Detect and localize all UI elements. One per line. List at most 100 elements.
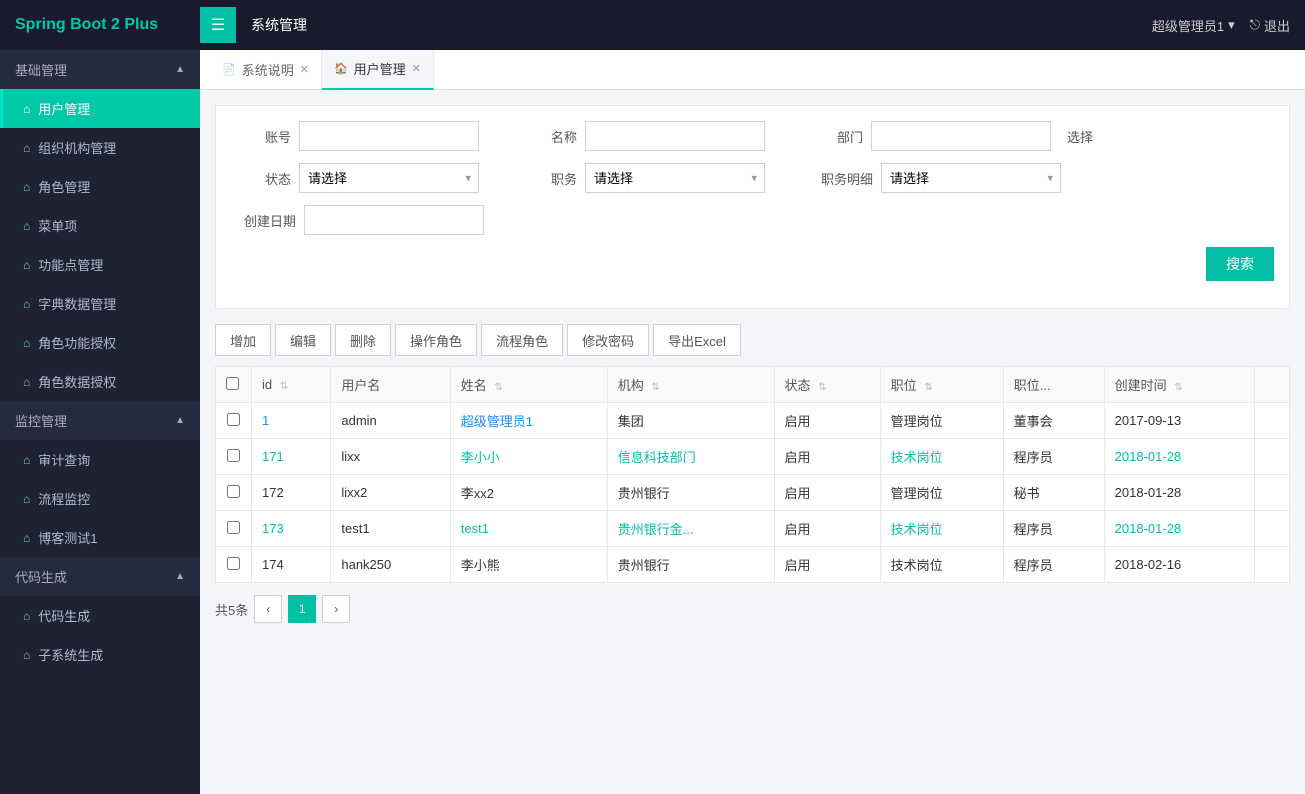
id-link[interactable]: 1 [262,413,269,428]
btn-op-role[interactable]: 操作角色 [395,324,477,356]
btn-export-excel[interactable]: 导出Excel [653,324,741,356]
logout-button[interactable]: ⎋ 退出 [1250,16,1290,35]
select-all-checkbox[interactable] [226,377,239,390]
col-created[interactable]: 创建时间 ⇅ [1104,367,1254,403]
tab-close-system-desc[interactable]: ✕ [300,63,309,76]
pagination-prev[interactable]: ‹ [254,595,282,623]
position-link[interactable]: 技术岗位 [891,522,943,537]
logout-icon: ⎋ [1250,17,1260,33]
search-button[interactable]: 搜索 [1206,247,1274,281]
main-content: 账号 名称 部门 选择 状态 [200,90,1305,794]
position-link[interactable]: 技术岗位 [891,450,943,465]
col-action [1254,367,1289,403]
sidebar-item-role-data-auth[interactable]: ⌂ 角色数据授权 [0,362,200,401]
created-link[interactable]: 2018-01-28 [1115,449,1182,464]
chevron-up-icon: ▲ [175,415,185,426]
btn-delete[interactable]: 删除 [335,324,391,356]
form-item-account: 账号 [231,121,479,151]
home-icon: ⌂ [23,609,30,623]
btn-flow-role[interactable]: 流程角色 [481,324,563,356]
menu-toggle-button[interactable]: ☰ [200,7,236,43]
account-input[interactable] [299,121,479,151]
sidebar-item-audit[interactable]: ⌂ 审计查询 [0,440,200,479]
sidebar-item-subsystem-gen[interactable]: ⌂ 子系统生成 [0,635,200,674]
name-link[interactable]: test1 [461,521,489,536]
sidebar-section-header-codegen[interactable]: 代码生成 ▲ [0,557,200,596]
col-org[interactable]: 机构 ⇅ [607,367,774,403]
row-select-checkbox[interactable] [227,413,240,426]
position-select-wrap: 请选择 [585,163,765,193]
dept-select-btn[interactable]: 选择 [1067,127,1093,146]
create-date-label: 创建日期 [231,211,296,230]
sidebar-item-role-management[interactable]: ⌂ 角色管理 [0,167,200,206]
cell-name: 李小小 [450,439,607,475]
status-label: 状态 [231,169,291,188]
col-id[interactable]: id ⇅ [252,367,331,403]
name-input[interactable] [585,121,765,151]
home-icon: ⌂ [23,375,30,389]
sidebar-item-label: 角色管理 [38,177,90,196]
sidebar-section-header-monitor[interactable]: 监控管理 ▲ [0,401,200,440]
sidebar-item-label: 角色数据授权 [38,372,116,391]
sidebar-item-codegen[interactable]: ⌂ 代码生成 [0,596,200,635]
dept-input[interactable] [871,121,1051,151]
table-row: 171 lixx 李小小 信息科技部门 启用 技术岗位 程序员 2018-01-… [216,439,1290,475]
cell-name: 李小熊 [450,547,607,583]
create-date-input[interactable] [304,205,484,235]
toolbar: 增加 编辑 删除 操作角色 流程角色 修改密码 导出Excel [215,324,1290,356]
user-name: 超级管理员1 [1152,16,1224,35]
position-detail-select[interactable]: 请选择 [881,163,1061,193]
cell-status: 启用 [774,511,880,547]
sidebar-item-label: 角色功能授权 [38,333,116,352]
org-link[interactable]: 贵州银行金... [618,522,694,537]
sidebar-item-process-monitor[interactable]: ⌂ 流程监控 [0,479,200,518]
tab-system-desc[interactable]: 📄 系统说明 ✕ [210,50,322,90]
sidebar-item-label: 用户管理 [38,99,90,118]
btn-edit[interactable]: 编辑 [275,324,331,356]
col-status[interactable]: 状态 ⇅ [774,367,880,403]
position-select[interactable]: 请选择 [585,163,765,193]
sidebar-section-header-basic[interactable]: 基础管理 ▲ [0,50,200,89]
id-link[interactable]: 173 [262,521,284,536]
cell-username: lixx2 [331,475,450,511]
sidebar-item-role-auth[interactable]: ⌂ 角色功能授权 [0,323,200,362]
tab-icon-user-management: 🏠 [334,62,348,75]
col-position[interactable]: 职位 ⇅ [880,367,1003,403]
user-menu[interactable]: 超级管理员1 ▾ [1152,16,1235,35]
col-username[interactable]: 用户名 [331,367,450,403]
table-row: 1 admin 超级管理员1 集团 启用 管理岗位 董事会 2017-09-13 [216,403,1290,439]
sidebar-item-label: 审计查询 [38,450,90,469]
status-select[interactable]: 请选择 启用 禁用 [299,163,479,193]
row-select-checkbox[interactable] [227,485,240,498]
col-name[interactable]: 姓名 ⇅ [450,367,607,403]
sidebar-item-org-management[interactable]: ⌂ 组织机构管理 [0,128,200,167]
position-label: 职务 [517,169,577,188]
created-link[interactable]: 2018-01-28 [1115,521,1182,536]
sidebar: 基础管理 ▲ ⌂ 用户管理 ⌂ 组织机构管理 ⌂ 角色管理 ⌂ 菜单项 ⌂ 功能… [0,50,200,794]
btn-change-pwd[interactable]: 修改密码 [567,324,649,356]
form-item-position-detail: 职务明细 请选择 [803,163,1061,193]
name-link[interactable]: 超级管理员1 [461,414,533,429]
btn-add[interactable]: 增加 [215,324,271,356]
pagination-next[interactable]: › [322,595,350,623]
org-link[interactable]: 信息科技部门 [618,450,696,465]
table-header: id ⇅ 用户名 姓名 ⇅ 机构 ⇅ 状态 ⇅ 职位 ⇅ 职位... 创建时间 … [216,367,1290,403]
sidebar-item-dict-management[interactable]: ⌂ 字典数据管理 [0,284,200,323]
tab-user-management[interactable]: 🏠 用户管理 ✕ [322,50,434,90]
sidebar-item-user-management[interactable]: ⌂ 用户管理 [0,89,200,128]
sidebar-item-function-management[interactable]: ⌂ 功能点管理 [0,245,200,284]
row-select-checkbox[interactable] [227,557,240,570]
row-select-checkbox[interactable] [227,449,240,462]
cell-position-detail: 秘书 [1003,475,1104,511]
pagination-page-1[interactable]: 1 [288,595,316,623]
cell-id: 173 [252,511,331,547]
cell-extra [1254,547,1289,583]
tab-close-user-management[interactable]: ✕ [412,62,421,75]
id-link[interactable]: 171 [262,449,284,464]
sidebar-item-menu[interactable]: ⌂ 菜单项 [0,206,200,245]
data-table: id ⇅ 用户名 姓名 ⇅ 机构 ⇅ 状态 ⇅ 职位 ⇅ 职位... 创建时间 … [215,366,1290,583]
sidebar-item-blog-test[interactable]: ⌂ 博客测试1 [0,518,200,557]
col-position-detail[interactable]: 职位... [1003,367,1104,403]
row-select-checkbox[interactable] [227,521,240,534]
name-link[interactable]: 李小小 [461,450,500,465]
